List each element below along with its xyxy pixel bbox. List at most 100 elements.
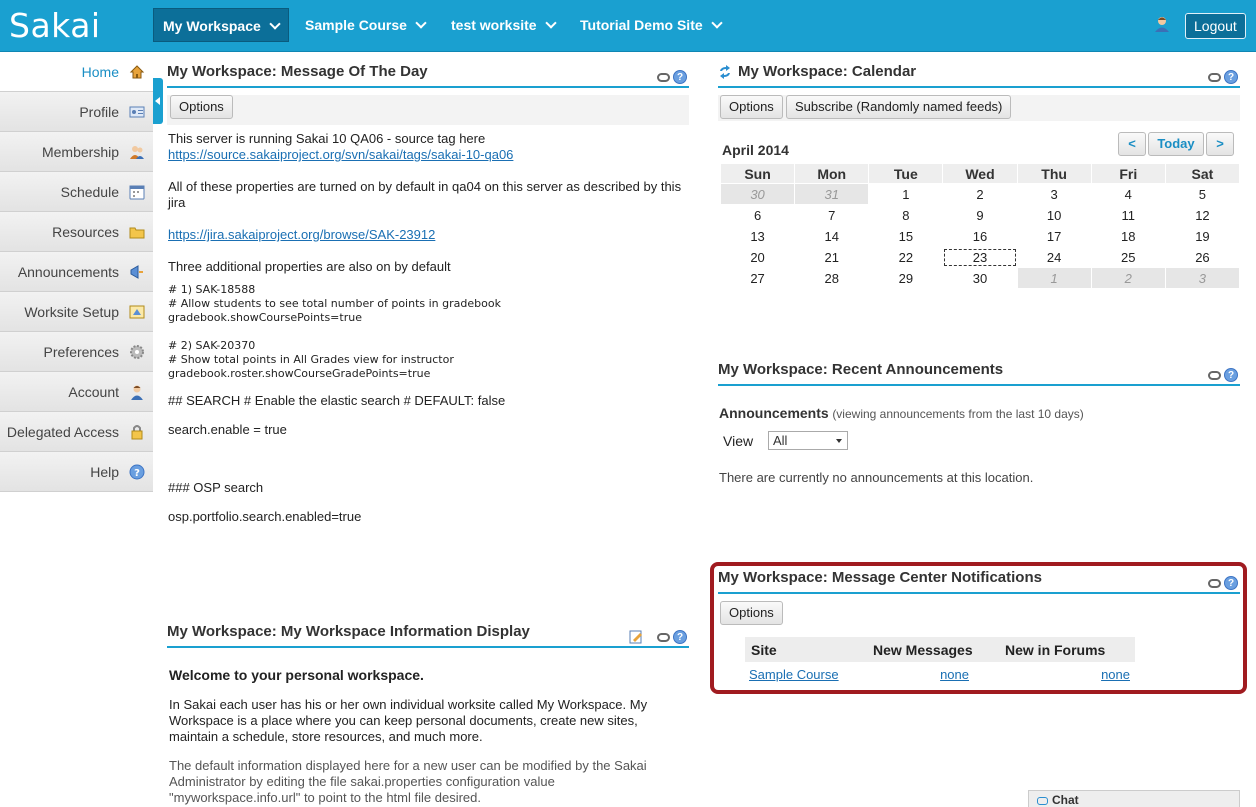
announcements-heading: Announcements — [719, 405, 829, 421]
edit-icon[interactable] — [629, 630, 643, 644]
next-month-button[interactable]: > — [1206, 132, 1234, 156]
calendar-day[interactable]: 20 — [719, 246, 796, 268]
tool-menu-item-membership[interactable]: Membership — [0, 132, 153, 172]
options-button[interactable]: Options — [170, 95, 233, 119]
calendar-day[interactable]: 27 — [719, 267, 796, 289]
chat-bar[interactable]: Chat — [1028, 790, 1240, 807]
calendar-day[interactable]: 12 — [1164, 204, 1241, 226]
tool-menu-item-worksite-setup[interactable]: Worksite Setup — [0, 292, 153, 332]
calendar-day[interactable]: 10 — [1016, 204, 1092, 226]
tool-menu-label: Profile — [79, 104, 119, 120]
weekday-header: Thu — [1016, 163, 1092, 184]
tool-menu-item-resources[interactable]: Resources — [0, 212, 153, 252]
site-tab-test-worksite[interactable]: test worksite — [442, 8, 564, 42]
calendar-day[interactable]: 30 — [942, 267, 1018, 289]
calendar-day[interactable]: 5 — [1164, 183, 1241, 205]
logout-button[interactable]: Logout — [1185, 13, 1246, 39]
info-title: My Workspace: My Workspace Information D… — [167, 623, 530, 640]
tool-menu-item-delegated-access[interactable]: Delegated Access — [0, 412, 153, 452]
view-select[interactable]: All — [768, 431, 848, 450]
calendar-day[interactable]: 28 — [794, 267, 870, 289]
tool-menu-item-profile[interactable]: Profile — [0, 92, 153, 132]
tool-menu-item-account[interactable]: Account — [0, 372, 153, 412]
link-icon[interactable] — [1208, 370, 1221, 380]
lock-icon — [131, 425, 143, 440]
calendar-day[interactable]: 8 — [868, 204, 944, 226]
calendar-day[interactable]: 13 — [719, 225, 796, 247]
group-icon — [130, 146, 144, 159]
link-icon[interactable] — [1208, 72, 1221, 82]
portlet-title: My Workspace: My Workspace Information D… — [167, 620, 689, 648]
calendar-day[interactable]: 29 — [868, 267, 944, 289]
motd-code-line: # Show total points in All Grades view f… — [168, 353, 454, 366]
weekday-header: Tue — [868, 163, 944, 184]
calendar-day[interactable]: 19 — [1164, 225, 1241, 247]
subscribe-button[interactable]: Subscribe (Randomly named feeds) — [786, 95, 1012, 119]
tool-menu-item-home[interactable]: Home — [0, 52, 153, 92]
tool-menu-item-help[interactable]: Help? — [0, 452, 153, 492]
jira-link[interactable]: https://jira.sakaiproject.org/browse/SAK… — [168, 227, 435, 242]
motd-toolbar: Options — [167, 95, 689, 125]
calendar-day[interactable]: 2 — [942, 183, 1018, 205]
worksite-setup-icon — [129, 305, 145, 319]
calendar-day-today[interactable]: 23 — [942, 246, 1018, 268]
source-tag-link[interactable]: https://source.sakaiproject.org/svn/saka… — [168, 147, 513, 162]
link-icon[interactable] — [657, 632, 670, 642]
calendar-day[interactable]: 26 — [1164, 246, 1241, 268]
calendar-day[interactable]: 7 — [794, 204, 870, 226]
collapse-menu-handle[interactable] — [153, 78, 163, 124]
options-button[interactable]: Options — [720, 95, 783, 119]
link-icon[interactable] — [657, 72, 670, 82]
calendar-day[interactable]: 9 — [942, 204, 1018, 226]
calendar-day[interactable]: 22 — [868, 246, 944, 268]
calendar-day-other-month[interactable]: 2 — [1090, 267, 1166, 289]
motd-line: Three additional properties are also on … — [168, 259, 451, 274]
calendar-day[interactable]: 15 — [868, 225, 944, 247]
calendar-day[interactable]: 17 — [1016, 225, 1092, 247]
site-tab-tutorial-demo-site[interactable]: Tutorial Demo Site — [571, 8, 730, 42]
calendar-day[interactable]: 24 — [1016, 246, 1092, 268]
tool-menu-item-preferences[interactable]: Preferences — [0, 332, 153, 372]
motd-line: This server is running Sakai 10 QA06 - s… — [168, 131, 486, 146]
calendar-day[interactable]: 18 — [1090, 225, 1166, 247]
calendar-day-other-month[interactable]: 30 — [719, 183, 796, 205]
calendar-day[interactable]: 11 — [1090, 204, 1166, 226]
calendar-day-other-month[interactable]: 1 — [1016, 267, 1092, 289]
chat-bubble-icon — [1037, 796, 1048, 805]
motd-line: ### OSP search — [168, 480, 264, 495]
motd-code-line: gradebook.showCoursePoints=true — [168, 311, 362, 324]
site-tab-sample-course[interactable]: Sample Course — [296, 8, 434, 42]
sakai-logo[interactable]: Sakai — [9, 6, 101, 45]
user-icon[interactable] — [1154, 16, 1170, 32]
previous-month-button[interactable]: < — [1118, 132, 1146, 156]
calendar-grid: Sun Mon Tue Wed Thu Fri Sat 30 31 1 2 3 … — [719, 163, 1241, 289]
chevron-down-icon — [415, 17, 427, 29]
site-tab-label: My Workspace — [163, 18, 261, 34]
refresh-icon[interactable] — [718, 65, 732, 80]
calendar-day[interactable]: 14 — [794, 225, 870, 247]
calendar-day[interactable]: 16 — [942, 225, 1018, 247]
info-display-portlet: My Workspace: My Workspace Information D… — [167, 620, 689, 807]
site-tab-label: test worksite — [451, 17, 537, 33]
calendar-day[interactable]: 1 — [868, 183, 944, 205]
calendar-day-other-month[interactable]: 31 — [794, 183, 870, 205]
chevron-down-icon — [544, 17, 557, 29]
tool-menu-label: Home — [81, 64, 119, 80]
tool-menu-item-announcements[interactable]: Announcements — [0, 252, 153, 292]
today-button[interactable]: Today — [1148, 132, 1204, 156]
calendar-day[interactable]: 6 — [719, 204, 796, 226]
svg-text:?: ? — [134, 468, 140, 479]
help-icon[interactable]: ? — [1224, 70, 1238, 85]
calendar-day[interactable]: 25 — [1090, 246, 1166, 268]
top-navigation-bar: Sakai My Workspace Sample Course test wo… — [0, 0, 1256, 52]
calendar-day[interactable]: 21 — [794, 246, 870, 268]
calendar-day-other-month[interactable]: 3 — [1164, 267, 1241, 289]
help-icon[interactable]: ? — [1224, 368, 1238, 383]
help-icon[interactable]: ? — [673, 70, 687, 85]
tool-menu-item-schedule[interactable]: Schedule — [0, 172, 153, 212]
help-icon[interactable]: ? — [673, 630, 687, 645]
calendar-day[interactable]: 4 — [1090, 183, 1166, 205]
site-tab-my-workspace[interactable]: My Workspace — [153, 8, 289, 42]
weekday-header: Fri — [1090, 163, 1166, 184]
calendar-day[interactable]: 3 — [1016, 183, 1092, 205]
